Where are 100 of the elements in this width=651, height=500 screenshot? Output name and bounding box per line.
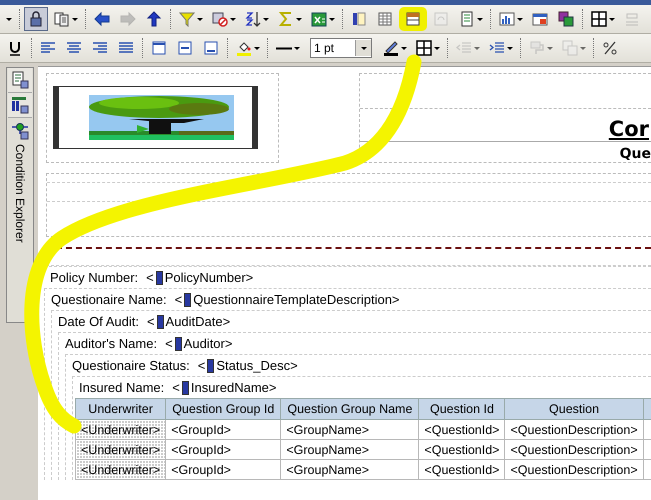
bracket-text: < [174,292,182,307]
section-icon [405,11,421,27]
spreadsheet-icon [311,11,327,27]
column-header: Underwriter [76,398,166,420]
table-cell: <Underwriter> [76,420,166,440]
caret-icon [580,46,586,50]
tag-icon [174,336,182,350]
tag-icon [156,314,164,328]
caret-icon [547,46,553,50]
bracket-text: < [198,358,206,373]
bracket-text: < [172,380,180,395]
data-tag: AuditDate> [166,314,230,329]
line-style-icon [276,46,292,50]
columns-icon [351,11,367,27]
document-icon [459,11,475,27]
align-right-icon [92,40,108,56]
tag-icon [207,358,214,372]
bracket-text: < [165,336,173,351]
table-icon [377,11,393,27]
align-left-icon [40,40,56,56]
column-header: Question [504,398,644,420]
toolbar-button[interactable] [24,7,48,31]
data-tag: QuestionnaireTemplateDescription> [193,292,400,307]
report-subtitle: Que [620,146,651,162]
lock-icon [28,11,44,27]
caret-icon [477,18,483,20]
table-cell: <QuestionId> [418,460,505,480]
table-cell: <GroupName> [280,440,419,460]
filter-icon [179,11,195,27]
caret-icon [72,18,78,20]
table-cell: <QuestionDescription> [504,460,644,480]
table-cell: <GroupId> [166,440,281,460]
caret-icon [517,18,523,20]
field-list-icon [11,96,29,114]
data-tag: InsuredName> [190,380,276,395]
data-tag: PolicyNumber> [164,270,254,285]
node-tree-icon [11,121,29,140]
table-cell: <QuestionDescription> [504,420,644,440]
bracket-text: < [146,270,154,285]
caret-icon [254,46,260,50]
justify-icon [118,40,134,56]
table-cell: <GroupId> [166,420,281,440]
fill-color-icon [236,40,252,56]
field-label: Questionaire Status: [72,358,190,373]
align-center-icon [66,40,82,56]
frame-bottom-icon [203,40,219,56]
forward-arrow-icon [120,11,136,27]
table-cell: <QuestionDescription> [504,440,644,460]
tag-icon [156,270,163,284]
caret-icon [401,46,407,50]
condition-explorer-tab[interactable]: Condition Explorer [11,118,29,243]
toolbar-button[interactable] [399,7,427,31]
field-label: Insured Name: [79,380,164,395]
table-cell: <GroupName> [280,420,419,440]
format-painter-icon [529,40,545,56]
table-cell: <GroupName> [280,460,419,480]
field-label: Date Of Audit: [58,314,139,329]
table-cell: <Underwriter> [76,440,166,460]
caret-icon [263,18,269,20]
caret-icon [6,18,12,20]
field-label: Auditor's Name: [65,336,158,351]
column-header: Question Id [418,398,505,420]
table-cell: <QuestionId> [418,440,505,460]
caret-icon [507,46,513,50]
back-arrow-icon [94,11,110,27]
caret-icon [294,46,300,50]
field-label: Questionaire Name: [51,292,167,307]
pages-icon [54,11,70,27]
report-title: Cor [608,117,650,141]
bracket-text: < [146,314,155,329]
caret-icon [230,18,236,20]
up-arrow-icon [146,11,162,27]
table-cell: <GroupId> [166,460,281,480]
line-width-select[interactable]: 1 pt [310,38,372,58]
sigma-icon [278,11,294,27]
field-label: Policy Number: [50,270,138,285]
caret-icon [474,46,480,50]
grid-icon [591,11,607,27]
side-panel-button[interactable] [8,93,32,118]
caret-icon [609,18,615,20]
underline-icon [7,40,23,56]
table-cell: <Underwriter> [76,460,166,480]
caret-icon [434,46,440,50]
bar-chart-icon [499,11,515,27]
copy-icon [562,40,578,56]
frame-middle-icon [177,40,193,56]
sort-icon [245,11,261,27]
data-tag: Status_Desc> [216,358,298,373]
percent-icon [602,40,618,56]
tag-icon [182,380,189,394]
column-header: Question Group Id [166,398,281,420]
report-icon [532,11,548,27]
data-tag: Auditor> [184,336,232,351]
document-tree-icon [11,71,29,89]
tag-icon [184,292,192,306]
side-panel-button[interactable] [8,68,32,93]
borders-icon [416,40,432,56]
pen-color-icon [383,40,399,56]
caret-icon [296,18,302,20]
caret-icon [329,18,335,20]
